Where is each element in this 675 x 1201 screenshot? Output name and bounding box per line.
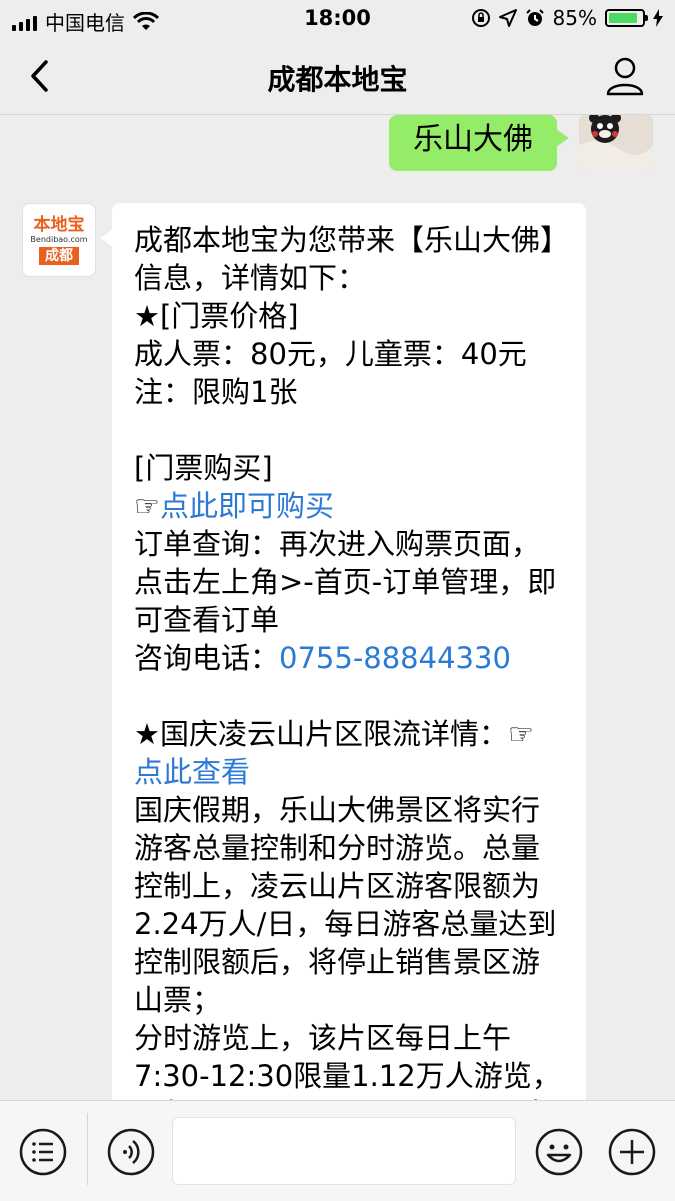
input-bar (0, 1100, 675, 1201)
outgoing-message-bubble[interactable]: 乐山大佛 (389, 115, 569, 171)
emoji-icon[interactable] (534, 1127, 584, 1177)
ticket-purchase-heading: [门票购买] (134, 451, 273, 485)
time-slot-text: 分时游览上，该片区每日上午7:30-12:30限量1.12万人游览，下午12:3… (134, 1021, 561, 1100)
rotation-lock-icon (471, 9, 490, 27)
message-intro: 成都本地宝为您带来【乐山大佛】信息，详情如下： (134, 223, 555, 295)
incoming-message-bubble[interactable]: 成都本地宝为您带来【乐山大佛】信息，详情如下： ★[门票价格] 成人票：80元，… (100, 203, 586, 1100)
holiday-limit-heading: ★国庆凌云山片区限流详情：☞ (134, 717, 534, 751)
buy-ticket-link[interactable]: 点此即可购买 (160, 489, 334, 523)
status-right: 85% (471, 6, 663, 30)
phone-link[interactable]: 0755-88844330 (279, 641, 511, 675)
page-title: 成都本地宝 (267, 63, 408, 96)
ticket-prices: 成人票：80元，儿童票：40元 (134, 337, 527, 371)
bendibao-avatar[interactable]: 本地宝 Bendibao.com 成都 (22, 203, 96, 277)
message-input[interactable] (172, 1117, 516, 1185)
voice-icon[interactable] (106, 1127, 156, 1177)
view-details-link[interactable]: 点此查看 (134, 755, 250, 789)
phone-label: 咨询电话： (134, 641, 280, 675)
outgoing-message-text: 乐山大佛 (413, 122, 533, 157)
phone-line: 咨询电话：0755-88844330 (134, 639, 564, 677)
holiday-limit-text: 国庆假期，乐山大佛景区将实行游客总量控制和分时游览。总量控制上，凌云山片区游客限… (134, 793, 557, 1017)
brand-logo-text: 本地宝 (33, 215, 85, 235)
pointing-hand-icon: ☞ (134, 489, 160, 523)
ticket-price-heading: ★[门票价格] (134, 299, 299, 333)
kumamon-avatar-icon (579, 115, 653, 171)
battery-percent: 85% (552, 6, 597, 30)
plus-icon[interactable] (607, 1127, 657, 1177)
incoming-message-row: 本地宝 Bendibao.com 成都 成都本地宝为您带来【乐山大佛】信息，详情… (22, 203, 586, 1100)
buy-link-line: ☞点此即可购买 (134, 487, 564, 525)
location-icon (498, 9, 517, 27)
user-avatar[interactable] (579, 115, 653, 171)
battery-icon (605, 9, 648, 27)
order-query-text: 订单查询：再次进入购票页面，点击左上角>-首页-订单管理，即可查看订单 (134, 527, 557, 637)
brand-logo-url: Bendibao.com (30, 235, 88, 244)
purchase-limit-note: 注：限购1张 (134, 375, 298, 409)
menu-list-icon[interactable] (18, 1127, 68, 1177)
holiday-link-line: 点此查看 (134, 753, 564, 791)
status-bar: 中国电信 18:00 85% (0, 0, 675, 38)
charging-icon (653, 9, 663, 27)
chat-area[interactable]: 乐山大佛 本地宝 Bendibao.com 成都 成都本地宝为您带来【乐山大佛】… (0, 115, 675, 1100)
alarm-icon (525, 9, 544, 26)
profile-icon[interactable] (603, 54, 647, 98)
input-divider (87, 1113, 88, 1185)
brand-logo-city: 成都 (39, 247, 79, 265)
navigation-bar: 成都本地宝 (0, 38, 675, 115)
outgoing-message-row: 乐山大佛 (389, 115, 653, 171)
